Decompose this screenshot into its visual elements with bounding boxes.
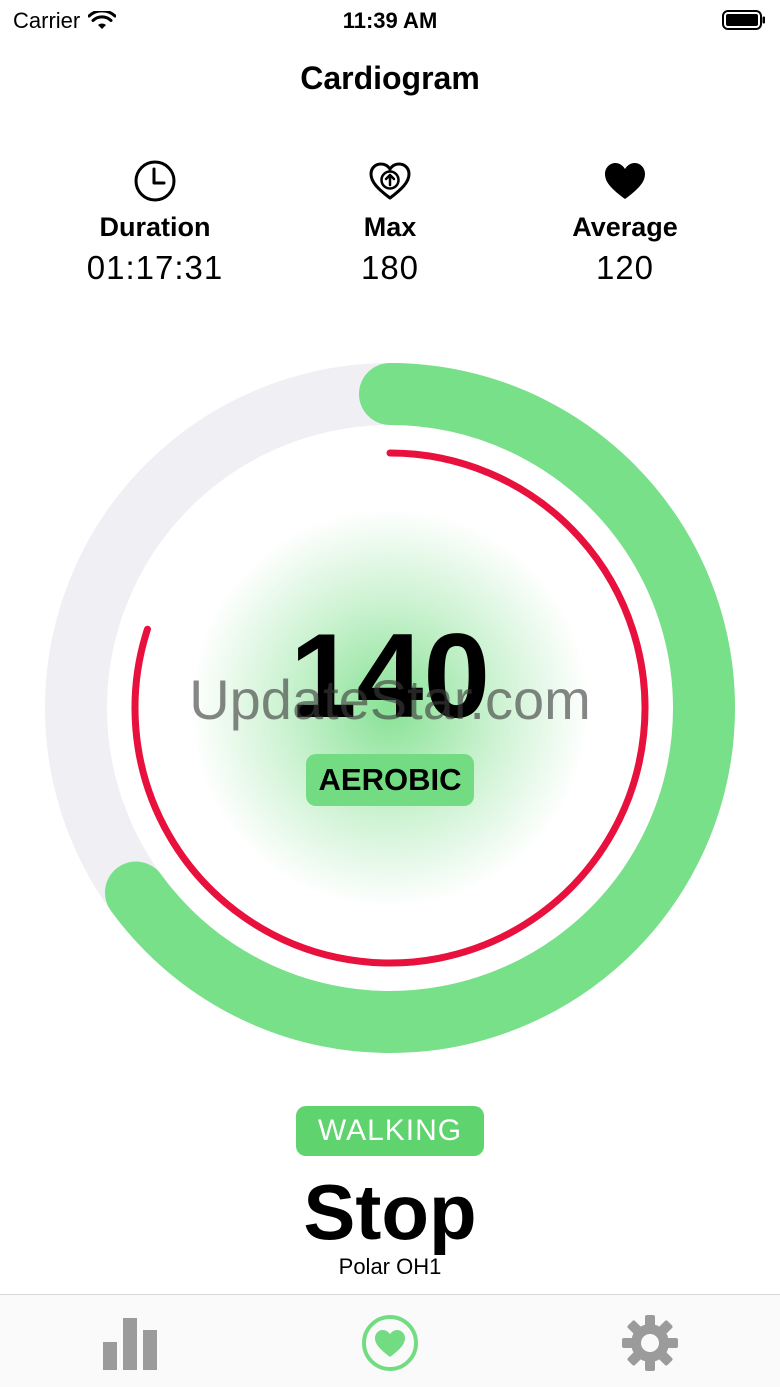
watermark: UpdateStar.com — [189, 668, 591, 731]
bar-chart-icon — [103, 1318, 157, 1370]
heart-filled-icon — [605, 163, 645, 199]
status-bar: Carrier 11:39 AM — [0, 0, 780, 40]
heart-rate-gauge: 140 AEROBIC UpdateStar.com — [40, 358, 740, 1058]
heart-icon — [362, 1315, 418, 1371]
stat-label: Average — [572, 212, 678, 242]
screen: Carrier 11:39 AM Cardiogram Duration 01:… — [0, 0, 780, 1387]
device-name: Polar OH1 — [338, 1254, 442, 1279]
status-time: 11:39 AM — [342, 8, 438, 33]
heart-arrow-up-icon — [369, 162, 411, 200]
tab-statistics[interactable] — [100, 1313, 160, 1373]
tab-heart-rate[interactable] — [360, 1313, 420, 1373]
tab-settings[interactable] — [620, 1313, 680, 1373]
page-title: Cardiogram — [300, 60, 480, 96]
battery-icon — [722, 10, 765, 30]
clock-icon — [134, 160, 176, 202]
gear-icon — [622, 1315, 678, 1371]
stop-button[interactable]: Stop — [0, 1166, 780, 1258]
stat-value: 01:17:31 — [86, 249, 224, 286]
activity-type-badge[interactable]: WALKING — [296, 1106, 484, 1156]
tab-bar — [0, 1294, 780, 1387]
stat-label: Max — [363, 212, 417, 242]
stat-value: 120 — [595, 249, 655, 286]
stat-value: 180 — [360, 249, 420, 286]
stat-label: Duration — [99, 212, 211, 242]
stat-duration: Duration 01:17:31 — [55, 158, 255, 287]
zone-badge: AEROBIC — [306, 754, 474, 806]
stat-max: Max 180 — [290, 158, 490, 287]
stat-average: Average 120 — [525, 158, 725, 287]
